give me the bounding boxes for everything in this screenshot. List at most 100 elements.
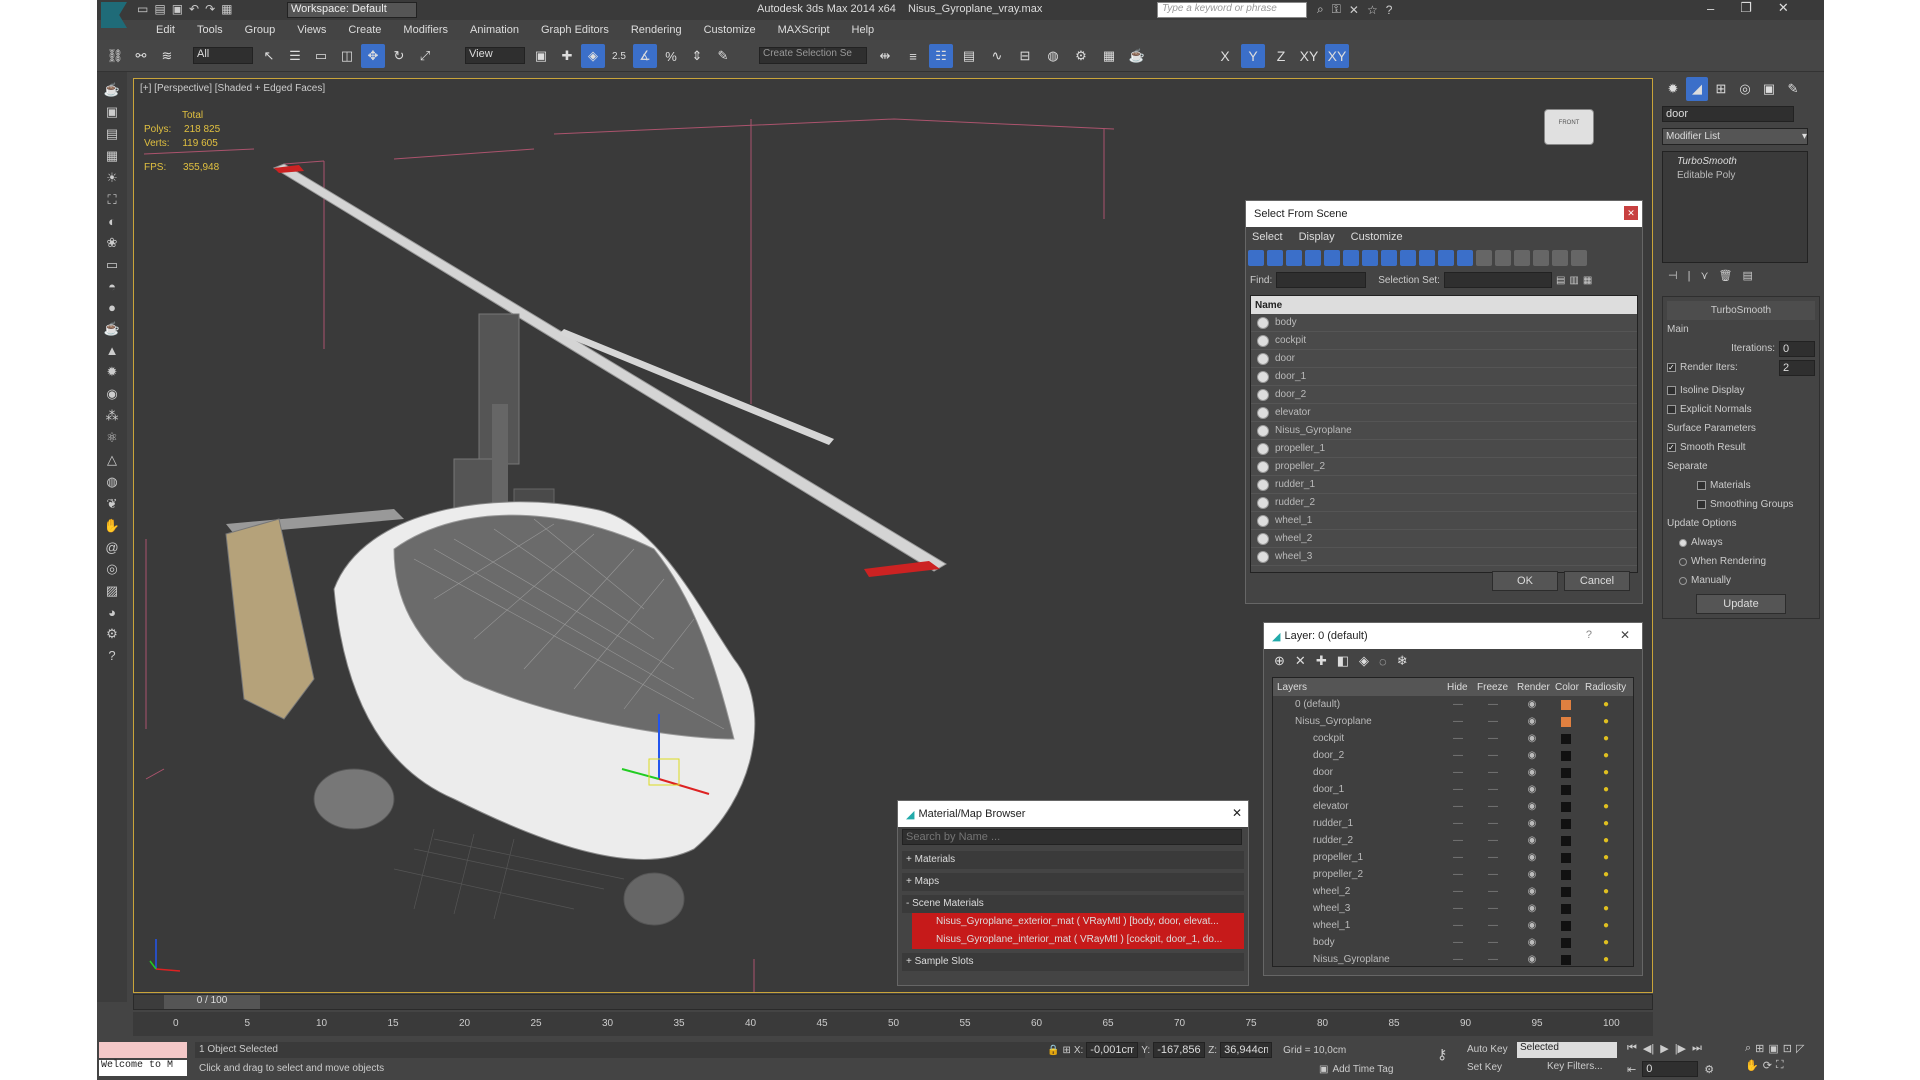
display-frozen-icon[interactable]: [1438, 250, 1454, 266]
render-toggle-icon[interactable]: ◉: [1513, 818, 1551, 829]
scene-object-row[interactable]: cockpit: [1251, 332, 1637, 350]
layer-col-render[interactable]: Render: [1513, 682, 1551, 693]
scene-object-row[interactable]: Nisus_Gyroplane: [1251, 422, 1637, 440]
layer-row[interactable]: Nisus_Gyroplane — — ◉ ●: [1273, 713, 1633, 730]
sync-selection-icon[interactable]: [1552, 250, 1568, 266]
hierarchy-tab-icon[interactable]: ⊞: [1710, 77, 1732, 101]
subscription-icon[interactable]: ⚿: [1332, 2, 1341, 17]
layer-color-swatch[interactable]: [1561, 716, 1571, 727]
y-coordinate-input[interactable]: [1153, 1042, 1206, 1058]
layer-manager-icon[interactable]: ☷: [929, 44, 953, 68]
hide-toggle[interactable]: —: [1443, 886, 1473, 897]
freeze-toggle[interactable]: —: [1473, 937, 1513, 948]
display-tab-icon[interactable]: ▣: [1758, 77, 1780, 101]
film-icon[interactable]: ▤: [106, 126, 118, 142]
highlight-layer-icon[interactable]: ◈: [1359, 653, 1369, 669]
radiosity-icon[interactable]: ●: [1581, 818, 1631, 829]
keyboard-shortcut-icon[interactable]: ◈: [581, 44, 605, 68]
smoothing-groups-checkbox[interactable]: [1697, 500, 1706, 509]
camera-icon[interactable]: ⛶: [107, 192, 116, 208]
hide-toggle[interactable]: —: [1443, 903, 1473, 914]
isoline-checkbox[interactable]: [1667, 386, 1676, 395]
add-to-layer-icon[interactable]: ✚: [1316, 653, 1327, 669]
undo-icon[interactable]: ↶: [189, 2, 199, 16]
load-set-icon[interactable]: ▥: [1569, 275, 1578, 286]
set-key-button[interactable]: Set Key: [1467, 1062, 1502, 1073]
rollout-title[interactable]: TurboSmooth: [1667, 301, 1815, 320]
smooth-result-checkbox[interactable]: ✓: [1667, 443, 1676, 452]
render-toggle-icon[interactable]: ◉: [1513, 937, 1551, 948]
display-bones-icon[interactable]: [1400, 250, 1416, 266]
menu-edit[interactable]: Edit: [145, 24, 186, 36]
box-icon[interactable]: ▭: [106, 257, 118, 273]
zoom-extents-all-icon[interactable]: ⊡: [1783, 1042, 1792, 1055]
remove-modifier-icon[interactable]: 🗑: [1719, 269, 1733, 282]
when-rendering-radio[interactable]: [1679, 557, 1687, 566]
layer-row[interactable]: 0 (default) — — ◉ ●: [1273, 696, 1633, 713]
edit-set-icon[interactable]: ▦: [1583, 275, 1592, 286]
scene-object-row[interactable]: door: [1251, 350, 1637, 368]
goto-start-icon[interactable]: ⏮: [1627, 1042, 1637, 1055]
menu-animation[interactable]: Animation: [459, 24, 530, 36]
display-groups-icon[interactable]: [1362, 250, 1378, 266]
display-spacewarps-icon[interactable]: [1343, 250, 1359, 266]
align-icon[interactable]: ≡: [901, 44, 925, 68]
render-toggle-icon[interactable]: ◉: [1513, 699, 1551, 710]
maximize-icon[interactable]: ❐: [1740, 0, 1752, 16]
hide-toggle[interactable]: —: [1443, 920, 1473, 931]
freeze-toggle[interactable]: —: [1473, 852, 1513, 863]
cancel-button[interactable]: Cancel: [1564, 571, 1630, 591]
layer-row[interactable]: propeller_1— — ◉ ●: [1273, 849, 1633, 866]
layer-col-layers[interactable]: Layers: [1273, 682, 1443, 693]
pyramid-icon[interactable]: △: [107, 452, 117, 468]
materials-checkbox[interactable]: [1697, 481, 1706, 490]
menu-customize[interactable]: Customize: [693, 24, 767, 36]
radiosity-icon[interactable]: ●: [1581, 835, 1631, 846]
layer-row[interactable]: propeller_2— — ◉ ●: [1273, 866, 1633, 883]
new-file-icon[interactable]: ▭: [137, 2, 148, 16]
freeze-toggle[interactable]: —: [1473, 699, 1513, 710]
select-by-name-icon[interactable]: ☰: [283, 44, 307, 68]
max-logo-icon[interactable]: [101, 2, 127, 28]
freeze-toggle[interactable]: —: [1473, 903, 1513, 914]
scene-object-row[interactable]: door_2: [1251, 386, 1637, 404]
layer-row[interactable]: wheel_1— — ◉ ●: [1273, 917, 1633, 934]
curve-editor-icon[interactable]: ∿: [985, 44, 1009, 68]
rect-selection-icon[interactable]: ▭: [309, 44, 333, 68]
render-teapot-icon[interactable]: ☕: [1125, 44, 1149, 68]
key-icon[interactable]: ⚷: [1437, 1046, 1447, 1063]
close-icon[interactable]: ✕: [1232, 806, 1242, 820]
radiosity-icon[interactable]: ●: [1581, 903, 1631, 914]
freeze-toggle[interactable]: —: [1473, 954, 1513, 965]
freeze-toggle[interactable]: —: [1473, 801, 1513, 812]
scene-menu-select[interactable]: Select: [1252, 231, 1283, 243]
show-end-icon[interactable]: |: [1688, 270, 1691, 282]
axis-constraint-y-1[interactable]: Y: [1241, 44, 1265, 68]
scene-object-row[interactable]: wheel_2: [1251, 530, 1637, 548]
scene-object-row[interactable]: body: [1251, 314, 1637, 332]
hide-toggle[interactable]: —: [1443, 801, 1473, 812]
percent-snap-icon[interactable]: %: [659, 44, 683, 68]
pivot-center-icon[interactable]: ▣: [529, 44, 553, 68]
layer-row[interactable]: Nisus_Gyroplane — — ◉ ●: [1273, 951, 1633, 966]
scene-object-row[interactable]: wheel_1: [1251, 512, 1637, 530]
prev-frame-icon[interactable]: ◀|: [1643, 1042, 1654, 1055]
binoculars-icon[interactable]: ⌕: [1317, 2, 1324, 17]
freeze-toggle[interactable]: —: [1473, 784, 1513, 795]
menu-modifiers[interactable]: Modifiers: [392, 24, 459, 36]
options-icon[interactable]: [1571, 250, 1587, 266]
new-layer-icon[interactable]: ⊕: [1274, 653, 1285, 669]
maps-group[interactable]: + Maps: [902, 873, 1244, 891]
layer-color-swatch[interactable]: [1561, 954, 1571, 965]
render-iters-input[interactable]: [1779, 359, 1815, 376]
render-toggle-icon[interactable]: ◉: [1513, 869, 1551, 880]
radiosity-icon[interactable]: ●: [1581, 784, 1631, 795]
maximize-viewport-icon[interactable]: ⛶: [1776, 1059, 1784, 1072]
sphere-icon[interactable]: ●: [108, 300, 116, 315]
radiosity-icon[interactable]: ●: [1581, 886, 1631, 897]
ok-button[interactable]: OK: [1492, 571, 1558, 591]
radiosity-icon[interactable]: ●: [1581, 852, 1631, 863]
scene-object-row[interactable]: propeller_2: [1251, 458, 1637, 476]
axis-constraint-z-2[interactable]: Z: [1269, 44, 1293, 68]
display-all-icon[interactable]: [1476, 250, 1492, 266]
